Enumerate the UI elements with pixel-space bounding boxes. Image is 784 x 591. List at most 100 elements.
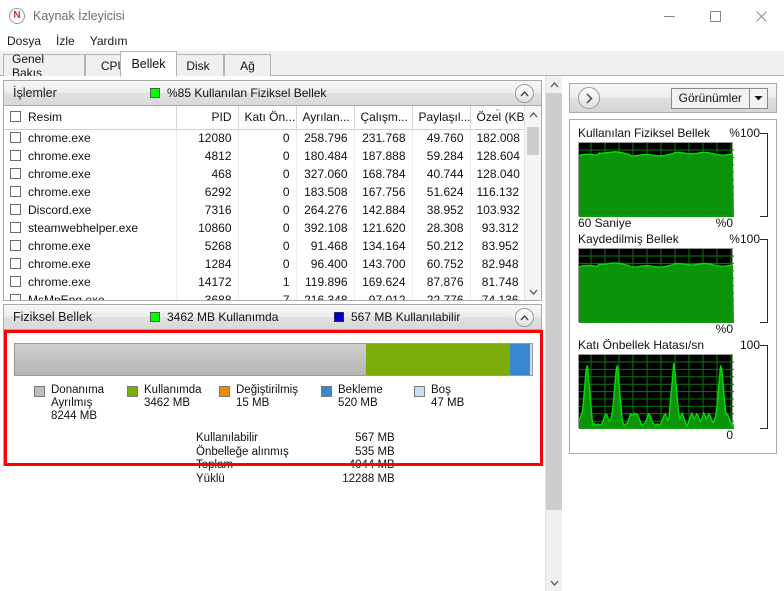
table-row[interactable]: MsMpEng.exe 3688 7 216.348 97.012 22.776 74.13… (4, 291, 526, 300)
row-checkbox[interactable] (10, 186, 21, 197)
cell-working-set: 169.624 (354, 273, 413, 291)
processes-scroll-down-button[interactable] (525, 283, 541, 300)
tab-disk[interactable]: Disk (172, 54, 224, 76)
processes-collapse-button[interactable] (515, 84, 534, 103)
close-button[interactable] (738, 0, 784, 32)
memory-legend-item: Boş 47 MB (414, 384, 484, 423)
memory-available-legend-label: 567 MB Kullanılabilir (351, 310, 461, 324)
cell-working-set: 168.784 (354, 165, 413, 183)
memory-legend-label: Donanıma Ayrılmış 8244 MB (51, 384, 105, 422)
memory-summary-value: 12288 MB (342, 472, 395, 485)
main-scroll-down-button[interactable] (546, 574, 562, 591)
cell-private: 83.952 (470, 237, 526, 255)
table-row[interactable]: Discord.exe 7316 0 264.276 142.884 38.952 103.… (4, 201, 526, 219)
memory-bar-segment-free (530, 344, 532, 375)
graph-footer: 0 (578, 428, 733, 443)
graph-toolbar: Görünümler (569, 83, 777, 113)
table-row[interactable]: chrome.exe 14172 1 119.896 169.624 87.876 81.7… (4, 273, 526, 291)
menu-bar: Dosya İzle Yardım (0, 32, 784, 50)
minimize-button[interactable] (646, 0, 692, 32)
tab-bellek[interactable]: Bellek (120, 51, 177, 77)
graph-range-bracket (760, 239, 768, 323)
graph-footer: %0 (578, 322, 733, 337)
table-row[interactable]: chrome.exe 4812 0 180.484 187.888 59.284 128.6… (4, 147, 526, 165)
memory-inuse-legend-label: 3462 MB Kullanımda (167, 310, 279, 324)
memory-bar-segment-in-use (365, 344, 511, 375)
menu-item-izle[interactable]: İzle (56, 34, 75, 48)
cell-image: steamwebhelper.exe (4, 219, 177, 237)
chevron-down-icon[interactable] (749, 88, 767, 108)
tab-ag[interactable]: Ağ (224, 54, 271, 76)
processes-memory-legend: %85 Kullanılan Fiziksel Bellek (150, 86, 326, 100)
row-checkbox[interactable] (10, 294, 21, 300)
column-header-hard-faults[interactable]: Katı Ön... (238, 106, 297, 130)
cell-shareable: 59.284 (412, 147, 471, 165)
cell-commit: 258.796 (296, 129, 355, 147)
select-all-checkbox[interactable] (10, 111, 21, 123)
graph-block: Kullanılan Fiziksel Bellek %100 60 Saniye%… (578, 126, 768, 231)
row-checkbox[interactable] (10, 240, 21, 251)
table-row[interactable]: chrome.exe 6292 0 183.508 167.756 51.624 116.1… (4, 183, 526, 201)
table-row[interactable]: chrome.exe 12080 0 258.796 231.768 49.760 182.… (4, 129, 526, 147)
green-swatch-icon (150, 312, 160, 322)
processes-panel-header[interactable]: İşlemler %85 Kullanılan Fiziksel Bellek (3, 80, 542, 106)
memory-summary-table: Kullanılabilir 567 MB Önbelleğe alınmış 535… (196, 432, 395, 486)
memory-tab-content: İşlemler %85 Kullanılan Fiziksel Bellek (0, 76, 545, 591)
column-header-working-set[interactable]: Çalışm... (354, 106, 413, 130)
row-checkbox[interactable] (10, 222, 21, 233)
graph-min-label: %0 (715, 322, 733, 336)
cell-working-set: 231.768 (354, 129, 413, 147)
expand-pane-button[interactable] (578, 87, 600, 109)
column-header-commit[interactable]: Ayrılan... (296, 106, 355, 130)
cell-pid: 4812 (176, 147, 239, 165)
column-header-private[interactable]: ⌄ Özel (KB) (470, 106, 526, 130)
memory-legend-label: Kullanımda 3462 MB (144, 384, 202, 409)
main-scroll-up-button[interactable] (546, 76, 562, 93)
cell-pid: 6292 (176, 183, 239, 201)
row-checkbox[interactable] (10, 132, 21, 144)
views-dropdown[interactable]: Görünümler (670, 87, 768, 109)
cell-pid: 14172 (176, 273, 239, 291)
memory-legend-item: Donanıma Ayrılmış 8244 MB (34, 384, 127, 423)
physical-memory-panel-header[interactable]: Fiziksel Bellek 3462 MB Kullanımda 567 M… (3, 304, 542, 330)
row-checkbox[interactable] (10, 276, 21, 287)
processes-list-scrollbar[interactable] (524, 106, 541, 300)
physical-memory-collapse-button[interactable] (515, 308, 534, 327)
table-row[interactable]: chrome.exe 1284 0 96.400 143.700 60.752 82.948 (4, 255, 526, 273)
column-header-pid[interactable]: PID (176, 106, 239, 130)
cell-hard-faults: 1 (238, 273, 297, 291)
resource-monitor-window: N Kaynak İzleyicisi Dosya İzle Yardım Ge… (0, 0, 784, 591)
menu-item-yardim[interactable]: Yardım (90, 34, 128, 48)
cell-image: chrome.exe (4, 165, 177, 183)
processes-scroll-thumb[interactable] (527, 127, 539, 155)
row-checkbox[interactable] (10, 258, 21, 269)
processes-scroll-up-button[interactable] (525, 106, 541, 123)
cell-commit: 96.400 (296, 255, 355, 273)
cell-private: 82.948 (470, 255, 526, 273)
cell-pid: 3688 (176, 291, 239, 300)
column-header-image[interactable]: Resim (4, 106, 177, 130)
tab-genel-bakis[interactable]: Genel Bakış (3, 52, 85, 80)
row-checkbox[interactable] (10, 204, 21, 215)
column-header-shareable[interactable]: Paylaşıl... (412, 106, 471, 130)
main-vertical-scrollbar[interactable] (545, 76, 562, 591)
cell-pid: 5268 (176, 237, 239, 255)
resource-monitor-icon: N (9, 8, 25, 24)
memory-legend-label: Bekleme 520 MB (338, 384, 383, 409)
cell-commit: 216.348 (296, 291, 355, 300)
row-checkbox[interactable] (10, 168, 21, 179)
main-scroll-thumb[interactable] (546, 93, 562, 510)
title-bar: N Kaynak İzleyicisi (0, 0, 784, 32)
maximize-button[interactable] (692, 0, 738, 32)
graph-min-label: 0 (726, 428, 733, 442)
cell-hard-faults: 0 (238, 219, 297, 237)
table-row[interactable]: chrome.exe 5268 0 91.468 134.164 50.212 83.952 (4, 237, 526, 255)
table-row[interactable]: chrome.exe 468 0 327.060 168.784 40.744 128.04… (4, 165, 526, 183)
graph-max-label: %100 (729, 126, 760, 140)
menu-item-dosya[interactable]: Dosya (7, 34, 41, 48)
graph-block: Katı Önbellek Hatası/sn 100 0 (578, 338, 768, 443)
row-checkbox[interactable] (10, 150, 21, 161)
cell-working-set: 143.700 (354, 255, 413, 273)
table-row[interactable]: steamwebhelper.exe 10860 0 392.108 121.620 28… (4, 219, 526, 237)
cell-pid: 12080 (176, 129, 239, 147)
